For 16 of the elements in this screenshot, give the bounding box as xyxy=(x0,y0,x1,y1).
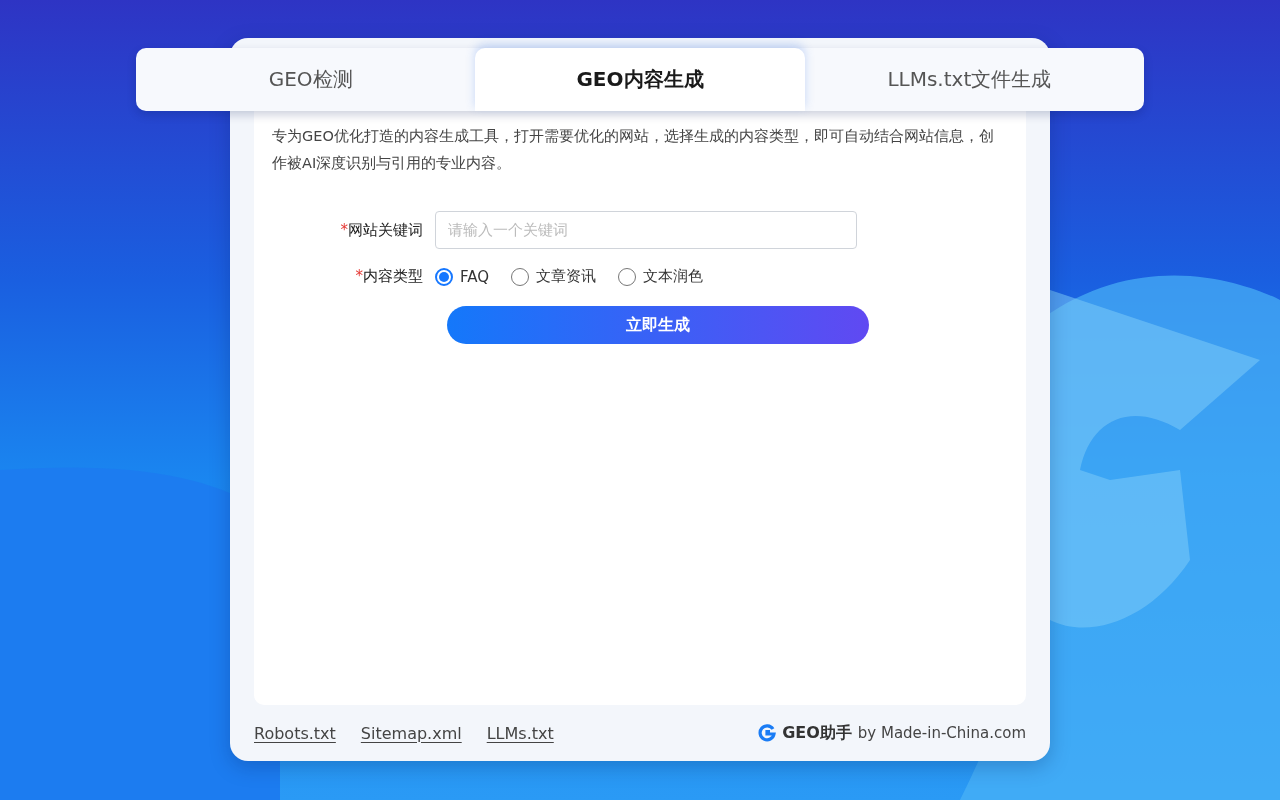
description-text: 专为GEO优化打造的内容生成工具，打开需要优化的网站，选择生成的内容类型，即可自动结合网站信息，创作被AI深度识别与引用的专业内容。 xyxy=(272,127,995,173)
byline-text: by Made-in-China.com xyxy=(857,724,1026,742)
tab[interactable]: GEO检测 xyxy=(146,48,476,111)
field-label: *网站关键词 xyxy=(339,220,424,240)
field-label: *内容类型 xyxy=(354,267,424,286)
footer-link[interactable]: Robots.txt xyxy=(254,723,336,743)
radio-option[interactable]: FAQ xyxy=(435,267,490,286)
footer-link[interactable]: Sitemap.xml xyxy=(360,723,462,743)
tab[interactable]: LLMs.txt文件生成 xyxy=(804,48,1134,111)
footer-link[interactable]: LLMs.txt xyxy=(486,723,554,743)
logo-icon xyxy=(758,724,777,742)
brand-name: GEO助手 xyxy=(782,722,852,744)
radio-option[interactable]: 文本润色 xyxy=(618,267,704,286)
tab[interactable]: GEO内容生成 xyxy=(475,48,805,111)
radio-option[interactable]: 文章资讯 xyxy=(511,267,597,286)
generate-button[interactable]: 立即生成 xyxy=(447,306,869,344)
